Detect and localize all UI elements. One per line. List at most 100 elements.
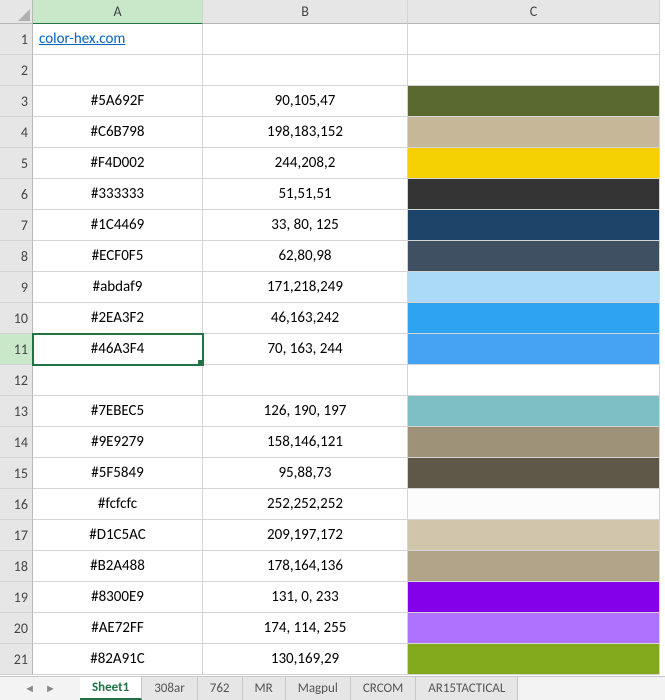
- spreadsheet-grid[interactable]: A B C 1 color-hex.com 2 3 #5A692F 90,105…: [0, 0, 665, 675]
- cell[interactable]: [33, 55, 203, 86]
- cell-color-swatch[interactable]: [408, 582, 660, 613]
- row-header[interactable]: 15: [0, 458, 33, 489]
- select-all-corner[interactable]: [0, 0, 33, 24]
- sheet-tab-sheet1[interactable]: Sheet1: [80, 677, 142, 700]
- cell-rgb[interactable]: 51,51,51: [203, 179, 408, 210]
- sheet-tab-ar15tactical[interactable]: AR15TACTICAL: [416, 677, 518, 700]
- row-header[interactable]: 7: [0, 210, 33, 241]
- cell-color-swatch[interactable]: [408, 613, 660, 644]
- sheet-tab-308ar[interactable]: 308ar: [142, 677, 198, 700]
- sheet-tab-magpul[interactable]: Magpul: [286, 677, 351, 700]
- row-header[interactable]: 11: [0, 334, 33, 365]
- cell-rgb[interactable]: 244,208,2: [203, 148, 408, 179]
- cell-hex[interactable]: #5F5849: [33, 458, 203, 489]
- tab-next-icon[interactable]: ►: [45, 682, 56, 695]
- tab-nav-arrows[interactable]: ◄ ►: [0, 677, 80, 700]
- column-header-A[interactable]: A: [33, 0, 203, 24]
- cell-hex[interactable]: #ECF0F5: [33, 241, 203, 272]
- row-header[interactable]: 17: [0, 520, 33, 551]
- cell[interactable]: [408, 24, 660, 55]
- sheet-tab-mr[interactable]: MR: [243, 677, 286, 700]
- row-header[interactable]: 19: [0, 582, 33, 613]
- row-header[interactable]: 6: [0, 179, 33, 210]
- cell-color-swatch[interactable]: [408, 179, 660, 210]
- row-header[interactable]: 4: [0, 117, 33, 148]
- cell-A1-link[interactable]: color-hex.com: [33, 24, 203, 55]
- cell-color-swatch[interactable]: [408, 241, 660, 272]
- sheet-tab-crcom[interactable]: CRCOM: [351, 677, 416, 700]
- cell-rgb[interactable]: 131, 0, 233: [203, 582, 408, 613]
- cell-rgb[interactable]: 90,105,47: [203, 86, 408, 117]
- cell-rgb[interactable]: 178,164,136: [203, 551, 408, 582]
- cell-hex[interactable]: #8300E9: [33, 582, 203, 613]
- sheet-tab-762[interactable]: 762: [198, 677, 243, 700]
- row-header[interactable]: 13: [0, 396, 33, 427]
- cell[interactable]: [203, 55, 408, 86]
- cell-hex[interactable]: #AE72FF: [33, 613, 203, 644]
- row-header[interactable]: 14: [0, 427, 33, 458]
- cell-hex[interactable]: #7EBEC5: [33, 396, 203, 427]
- cell-rgb[interactable]: 70, 163, 244: [203, 334, 408, 365]
- cell-color-swatch[interactable]: [408, 427, 660, 458]
- row-header[interactable]: 10: [0, 303, 33, 334]
- cell-rgb[interactable]: 46,163,242: [203, 303, 408, 334]
- cell-rgb[interactable]: 198,183,152: [203, 117, 408, 148]
- cell-color-swatch[interactable]: [408, 334, 660, 365]
- cell[interactable]: [408, 365, 660, 396]
- row-header[interactable]: 18: [0, 551, 33, 582]
- cell-hex[interactable]: #9E9279: [33, 427, 203, 458]
- row-header[interactable]: 9: [0, 272, 33, 303]
- cell-hex[interactable]: #F4D002: [33, 148, 203, 179]
- cell[interactable]: [203, 24, 408, 55]
- cell-hex[interactable]: #abdaf9: [33, 272, 203, 303]
- cell-color-swatch[interactable]: [408, 489, 660, 520]
- cell-color-swatch[interactable]: [408, 210, 660, 241]
- cell-hex[interactable]: #333333: [33, 179, 203, 210]
- cell-color-swatch[interactable]: [408, 551, 660, 582]
- cell-rgb[interactable]: 130,169,29: [203, 644, 408, 675]
- cell-rgb[interactable]: 209,197,172: [203, 520, 408, 551]
- cell-hex[interactable]: #C6B798: [33, 117, 203, 148]
- cell-hex[interactable]: #2EA3F2: [33, 303, 203, 334]
- row-header[interactable]: 5: [0, 148, 33, 179]
- cell[interactable]: [408, 55, 660, 86]
- cell-hex[interactable]: #fcfcfc: [33, 489, 203, 520]
- cell-color-swatch[interactable]: [408, 520, 660, 551]
- cell[interactable]: [33, 365, 203, 396]
- row-header[interactable]: 2: [0, 55, 33, 86]
- column-header-B[interactable]: B: [203, 0, 408, 24]
- table-row: 9 #abdaf9 171,218,249: [0, 272, 665, 303]
- cell-rgb[interactable]: 171,218,249: [203, 272, 408, 303]
- row-header[interactable]: 20: [0, 613, 33, 644]
- row-header[interactable]: 3: [0, 86, 33, 117]
- cell-hex[interactable]: #D1C5AC: [33, 520, 203, 551]
- column-header-C[interactable]: C: [408, 0, 660, 24]
- cell-rgb[interactable]: 33, 80, 125: [203, 210, 408, 241]
- cell-color-swatch[interactable]: [408, 272, 660, 303]
- row-header[interactable]: 1: [0, 24, 33, 55]
- cell-color-swatch[interactable]: [408, 86, 660, 117]
- cell-color-swatch[interactable]: [408, 458, 660, 489]
- cell-color-swatch[interactable]: [408, 117, 660, 148]
- tab-prev-icon[interactable]: ◄: [24, 682, 35, 695]
- cell-color-swatch[interactable]: [408, 396, 660, 427]
- row-header[interactable]: 8: [0, 241, 33, 272]
- row-header[interactable]: 12: [0, 365, 33, 396]
- cell-hex[interactable]: #5A692F: [33, 86, 203, 117]
- cell-rgb[interactable]: 158,146,121: [203, 427, 408, 458]
- cell-hex-selected[interactable]: #46A3F4: [33, 334, 203, 365]
- cell-hex[interactable]: #B2A488: [33, 551, 203, 582]
- cell-rgb[interactable]: 95,88,73: [203, 458, 408, 489]
- cell-color-swatch[interactable]: [408, 644, 660, 675]
- cell-rgb[interactable]: 126, 190, 197: [203, 396, 408, 427]
- cell-color-swatch[interactable]: [408, 303, 660, 334]
- cell-rgb[interactable]: 174, 114, 255: [203, 613, 408, 644]
- cell-color-swatch[interactable]: [408, 148, 660, 179]
- cell-rgb[interactable]: 252,252,252: [203, 489, 408, 520]
- cell-hex[interactable]: #1C4469: [33, 210, 203, 241]
- row-header[interactable]: 21: [0, 644, 33, 675]
- row-header[interactable]: 16: [0, 489, 33, 520]
- cell-rgb[interactable]: 62,80,98: [203, 241, 408, 272]
- cell[interactable]: [203, 365, 408, 396]
- cell-hex[interactable]: #82A91C: [33, 644, 203, 675]
